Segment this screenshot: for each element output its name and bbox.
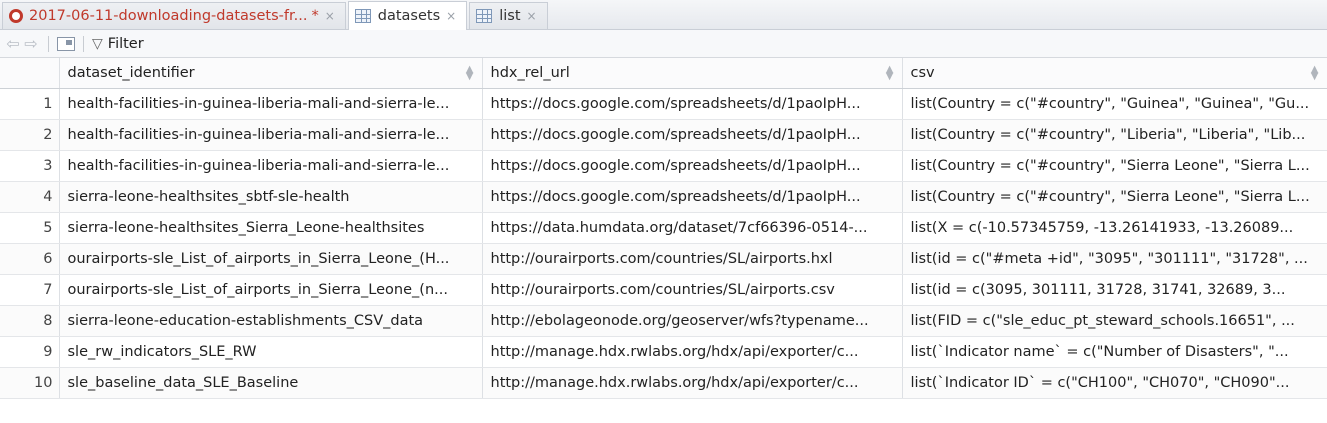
cell-hdx-rel-url[interactable]: https://docs.google.com/spreadsheets/d/1…: [482, 88, 903, 120]
tab-bar: 2017-06-11-downloading-datasets-fr... * …: [0, 0, 1327, 30]
popout-window-icon[interactable]: [57, 36, 75, 51]
cell-csv[interactable]: list(Country = c("#country", "Sierra Leo…: [902, 150, 1327, 182]
column-header-label: dataset_identifier: [67, 64, 195, 81]
row-number: 5: [0, 212, 60, 244]
grid-icon: [354, 9, 371, 23]
tab-label: 2017-06-11-downloading-datasets-fr...: [29, 8, 308, 24]
cell-dataset-identifier[interactable]: sle_baseline_data_SLE_Baseline: [59, 367, 483, 399]
tab-datasets[interactable]: datasets ×: [347, 1, 468, 30]
cell-csv[interactable]: list(Country = c("#country", "Guinea", "…: [902, 88, 1327, 120]
cell-hdx-rel-url[interactable]: http://ourairports.com/countries/SL/airp…: [482, 243, 903, 275]
sort-icon[interactable]: ▲ ▼: [466, 65, 474, 82]
cell-dataset-identifier[interactable]: health-facilities-in-guinea-liberia-mali…: [59, 119, 483, 151]
close-icon[interactable]: ×: [527, 9, 537, 23]
cell-dataset-identifier[interactable]: sierra-leone-healthsites_Sierra_Leone-he…: [59, 212, 483, 244]
cell-dataset-identifier[interactable]: sierra-leone-healthsites_sbtf-sle-health: [59, 181, 483, 213]
table-row[interactable]: 4 sierra-leone-healthsites_sbtf-sle-healt…: [0, 181, 1327, 213]
table-row[interactable]: 2 health-facilities-in-guinea-liberia-mal…: [0, 119, 1327, 151]
grid-icon: [476, 9, 493, 23]
cell-hdx-rel-url[interactable]: http://ourairports.com/countries/SL/airp…: [482, 274, 903, 306]
toolbar-divider: [48, 35, 49, 52]
table-row[interactable]: 7 ourairports-sle_List_of_airports_in_Sie…: [0, 274, 1327, 306]
cell-dataset-identifier[interactable]: ourairports-sle_List_of_airports_in_Sier…: [59, 274, 483, 306]
row-number: 10: [0, 367, 60, 399]
cell-hdx-rel-url[interactable]: http://manage.hdx.rwlabs.org/hdx/api/exp…: [482, 367, 903, 399]
back-arrow-icon[interactable]: ⇦: [4, 34, 22, 53]
row-number-header: [0, 58, 60, 89]
cell-csv[interactable]: list(X = c(-10.57345759, -13.26141933, -…: [902, 212, 1327, 244]
cell-csv[interactable]: list(FID = c("sle_educ_pt_steward_school…: [902, 305, 1327, 337]
sort-icon[interactable]: ▲ ▼: [1311, 65, 1319, 82]
table-row[interactable]: 6 ourairports-sle_List_of_airports_in_Sie…: [0, 243, 1327, 275]
close-icon[interactable]: ×: [325, 9, 335, 23]
row-number: 1: [0, 88, 60, 120]
column-header-dataset-identifier[interactable]: dataset_identifier ▲ ▼: [59, 58, 483, 89]
cell-csv[interactable]: list(Country = c("#country", "Sierra Leo…: [902, 181, 1327, 213]
close-icon[interactable]: ×: [446, 9, 456, 23]
cell-dataset-identifier[interactable]: health-facilities-in-guinea-liberia-mali…: [59, 150, 483, 182]
cell-csv[interactable]: list(id = c(3095, 301111, 31728, 31741, …: [902, 274, 1327, 306]
cell-dataset-identifier[interactable]: health-facilities-in-guinea-liberia-mali…: [59, 88, 483, 120]
cell-csv[interactable]: list(id = c("#meta +id", "3095", "301111…: [902, 243, 1327, 275]
column-header-csv[interactable]: csv ▲ ▼: [902, 58, 1327, 89]
cell-csv[interactable]: list(`Indicator ID` = c("CH100", "CH070"…: [902, 367, 1327, 399]
modified-indicator: *: [311, 8, 319, 24]
r-file-icon: [9, 9, 23, 23]
cell-hdx-rel-url[interactable]: https://docs.google.com/spreadsheets/d/1…: [482, 119, 903, 151]
column-header-label: csv: [910, 64, 935, 81]
sort-icon[interactable]: ▲ ▼: [886, 65, 894, 82]
column-header-label: hdx_rel_url: [490, 64, 570, 81]
tab-label: list: [499, 8, 521, 24]
header-row: dataset_identifier ▲ ▼ hdx_rel_url ▲ ▼ csv ▲ ▼: [0, 58, 1327, 89]
cell-hdx-rel-url[interactable]: https://docs.google.com/spreadsheets/d/1…: [482, 181, 903, 213]
row-number: 3: [0, 150, 60, 182]
row-number: 4: [0, 181, 60, 213]
table-row[interactable]: 3 health-facilities-in-guinea-liberia-mal…: [0, 150, 1327, 182]
cell-csv[interactable]: list(Country = c("#country", "Liberia", …: [902, 119, 1327, 151]
toolbar: ⇦ ⇨ ▽ Filter: [0, 30, 1327, 58]
cell-hdx-rel-url[interactable]: https://data.humdata.org/dataset/7cf6639…: [482, 212, 903, 244]
forward-arrow-icon[interactable]: ⇨: [22, 34, 40, 53]
table-row[interactable]: 8 sierra-leone-education-establishments_C…: [0, 305, 1327, 337]
filter-label: Filter: [107, 35, 144, 52]
cell-hdx-rel-url[interactable]: http://manage.hdx.rwlabs.org/hdx/api/exp…: [482, 336, 903, 368]
tab-rmd-file[interactable]: 2017-06-11-downloading-datasets-fr... * …: [2, 2, 346, 29]
tab-label: datasets: [377, 8, 441, 24]
table-row[interactable]: 9 sle_rw_indicators_SLE_RW http://manage.h…: [0, 336, 1327, 368]
cell-hdx-rel-url[interactable]: http://ebolageonode.org/geoserver/wfs?ty…: [482, 305, 903, 337]
filter-button[interactable]: ▽ Filter: [92, 36, 144, 52]
cell-dataset-identifier[interactable]: sierra-leone-education-establishments_CS…: [59, 305, 483, 337]
row-number: 9: [0, 336, 60, 368]
data-grid: dataset_identifier ▲ ▼ hdx_rel_url ▲ ▼ csv ▲ ▼…: [0, 58, 1327, 399]
cell-dataset-identifier[interactable]: sle_rw_indicators_SLE_RW: [59, 336, 483, 368]
row-number: 7: [0, 274, 60, 306]
toolbar-divider: [83, 35, 84, 52]
tab-list[interactable]: list ×: [469, 2, 548, 29]
table-row[interactable]: 10 sle_baseline_data_SLE_Baseline http://m…: [0, 367, 1327, 399]
row-number: 8: [0, 305, 60, 337]
cell-csv[interactable]: list(`Indicator name` = c("Number of Dis…: [902, 336, 1327, 368]
row-number: 6: [0, 243, 60, 275]
cell-hdx-rel-url[interactable]: https://docs.google.com/spreadsheets/d/1…: [482, 150, 903, 182]
row-number: 2: [0, 119, 60, 151]
filter-icon: ▽: [92, 35, 103, 52]
table-row[interactable]: 1 health-facilities-in-guinea-liberia-mal…: [0, 88, 1327, 120]
column-header-hdx-rel-url[interactable]: hdx_rel_url ▲ ▼: [482, 58, 903, 89]
table-row[interactable]: 5 sierra-leone-healthsites_Sierra_Leone-h…: [0, 212, 1327, 244]
cell-dataset-identifier[interactable]: ourairports-sle_List_of_airports_in_Sier…: [59, 243, 483, 275]
